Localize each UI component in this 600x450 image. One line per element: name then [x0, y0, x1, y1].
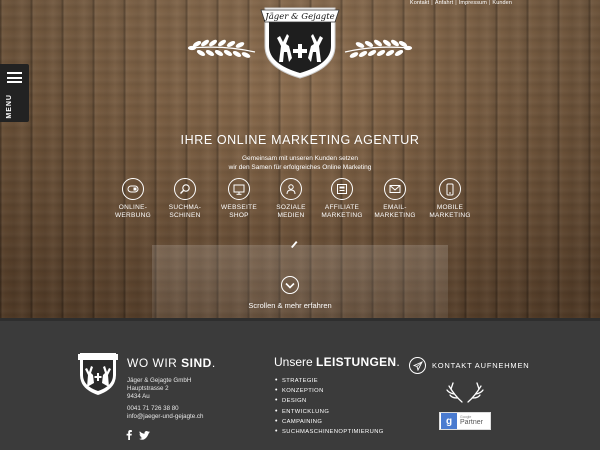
address-block: Jäger & Gejagte GmbH Hauptstrasse 2 9434…: [127, 377, 191, 400]
pencil-icon: [291, 241, 298, 248]
monitor-icon: [228, 178, 250, 200]
list-item[interactable]: KONZEPTION: [275, 386, 384, 396]
list-item[interactable]: CAMPAINING: [275, 417, 384, 427]
service-email-marketing[interactable]: EMAIL- MARKETING: [365, 178, 425, 219]
scroll-down-button[interactable]: [281, 276, 299, 294]
list-item[interactable]: ENTWICKLUNG: [275, 407, 384, 417]
footer-logo-shield-icon: [78, 353, 118, 395]
affiliate-icon: [331, 178, 353, 200]
street: Hauptstrasse 2: [127, 384, 169, 392]
top-link-kontakt[interactable]: Kontakt: [410, 0, 429, 6]
hero-headline: IHRE ONLINE MARKETING AGENTUR: [180, 133, 420, 147]
hero-tagline: IHRE ONLINE MARKETING AGENTUR Gemeinsam …: [0, 133, 600, 172]
hero-subtext-line2: wir den Samen für erfolgreiches Online M…: [228, 164, 372, 171]
service-webseite-shop[interactable]: WEBSEITE SHOP: [209, 178, 269, 219]
social-links: [126, 430, 150, 440]
location-heading: WO WIR SIND.: [127, 356, 216, 370]
company-name: Jäger & Gejagte GmbH: [127, 377, 192, 384]
logo[interactable]: Jäger & Gejagte: [185, 0, 415, 80]
top-link-anfahrt[interactable]: Anfahrt: [435, 0, 453, 6]
mobile-icon: [439, 178, 461, 200]
service-icons: ONLINE- WERBUNG SUCHMA- SCHINEN WEBSEITE SH…: [106, 178, 500, 228]
hero-section: Kontakt | Anfahrt | Impressum | Kunden MENU: [0, 0, 600, 318]
search-icon: [174, 178, 196, 200]
antlers-icon: [446, 382, 484, 403]
top-links: Kontakt | Anfahrt | Impressum | Kunden: [409, 0, 512, 6]
contact-block: 0041 71 726 38 80 info@jaeger-und-gejagt…: [127, 405, 203, 421]
list-item[interactable]: SUCHMASCHINENOPTIMIERUNG: [275, 427, 384, 437]
google-partner-badge[interactable]: g Google Partner: [439, 412, 491, 430]
services-list: STRATEGIE KONZEPTION DESIGN ENTWICKLUNG …: [275, 376, 384, 437]
phone-link[interactable]: 0041 71 726 38 80: [127, 405, 203, 413]
email-link[interactable]: info@jaeger-und-gejagte.ch: [127, 413, 203, 421]
service-mobile-marketing[interactable]: MOBILE MARKETING: [420, 178, 480, 219]
menu-label: MENU: [6, 94, 13, 119]
facebook-icon[interactable]: [126, 430, 132, 440]
service-affiliate-marketing[interactable]: AFFILIATE MARKETING: [312, 178, 372, 219]
services-heading: Unsere LEISTUNGEN.: [274, 355, 400, 369]
list-item[interactable]: STRATEGIE: [275, 376, 384, 386]
city: 9434 Au: [127, 392, 150, 400]
twitter-icon[interactable]: [139, 430, 150, 440]
logo-emblem-icon: Jäger & Gejagte: [187, 7, 413, 79]
list-item[interactable]: DESIGN: [275, 396, 384, 406]
chevron-down-icon: [285, 282, 295, 289]
google-g-icon: g: [441, 413, 457, 429]
email-icon: [384, 178, 406, 200]
service-online-werbung[interactable]: ONLINE- WERBUNG: [103, 178, 163, 219]
contact-button-label: KONTAKT AUFNEHMEN: [432, 361, 530, 370]
scroll-label[interactable]: Scrollen & mehr erfahren: [0, 301, 580, 310]
paper-plane-icon: [409, 357, 426, 374]
people-icon: [280, 178, 302, 200]
top-link-impressum[interactable]: Impressum: [459, 0, 487, 6]
contact-button[interactable]: KONTAKT AUFNEHMEN: [409, 357, 530, 374]
menu-toggle-button[interactable]: MENU: [0, 64, 29, 122]
service-suchmaschinen[interactable]: SUCHMA- SCHINEN: [155, 178, 215, 219]
hamburger-icon: [7, 72, 22, 83]
hero-subtext-line1: Gemeinsam mit unseren Kunden setzen: [242, 155, 358, 162]
hero-subtext: Gemeinsam mit unseren Kunden setzen wir …: [0, 154, 600, 172]
footer: WO WIR SIND. Jäger & Gejagte GmbH Haupts…: [0, 318, 600, 450]
logo-text: Jäger & Gejagte: [263, 12, 334, 22]
online-ad-icon: [122, 178, 144, 200]
top-link-kunden[interactable]: Kunden: [492, 0, 512, 6]
